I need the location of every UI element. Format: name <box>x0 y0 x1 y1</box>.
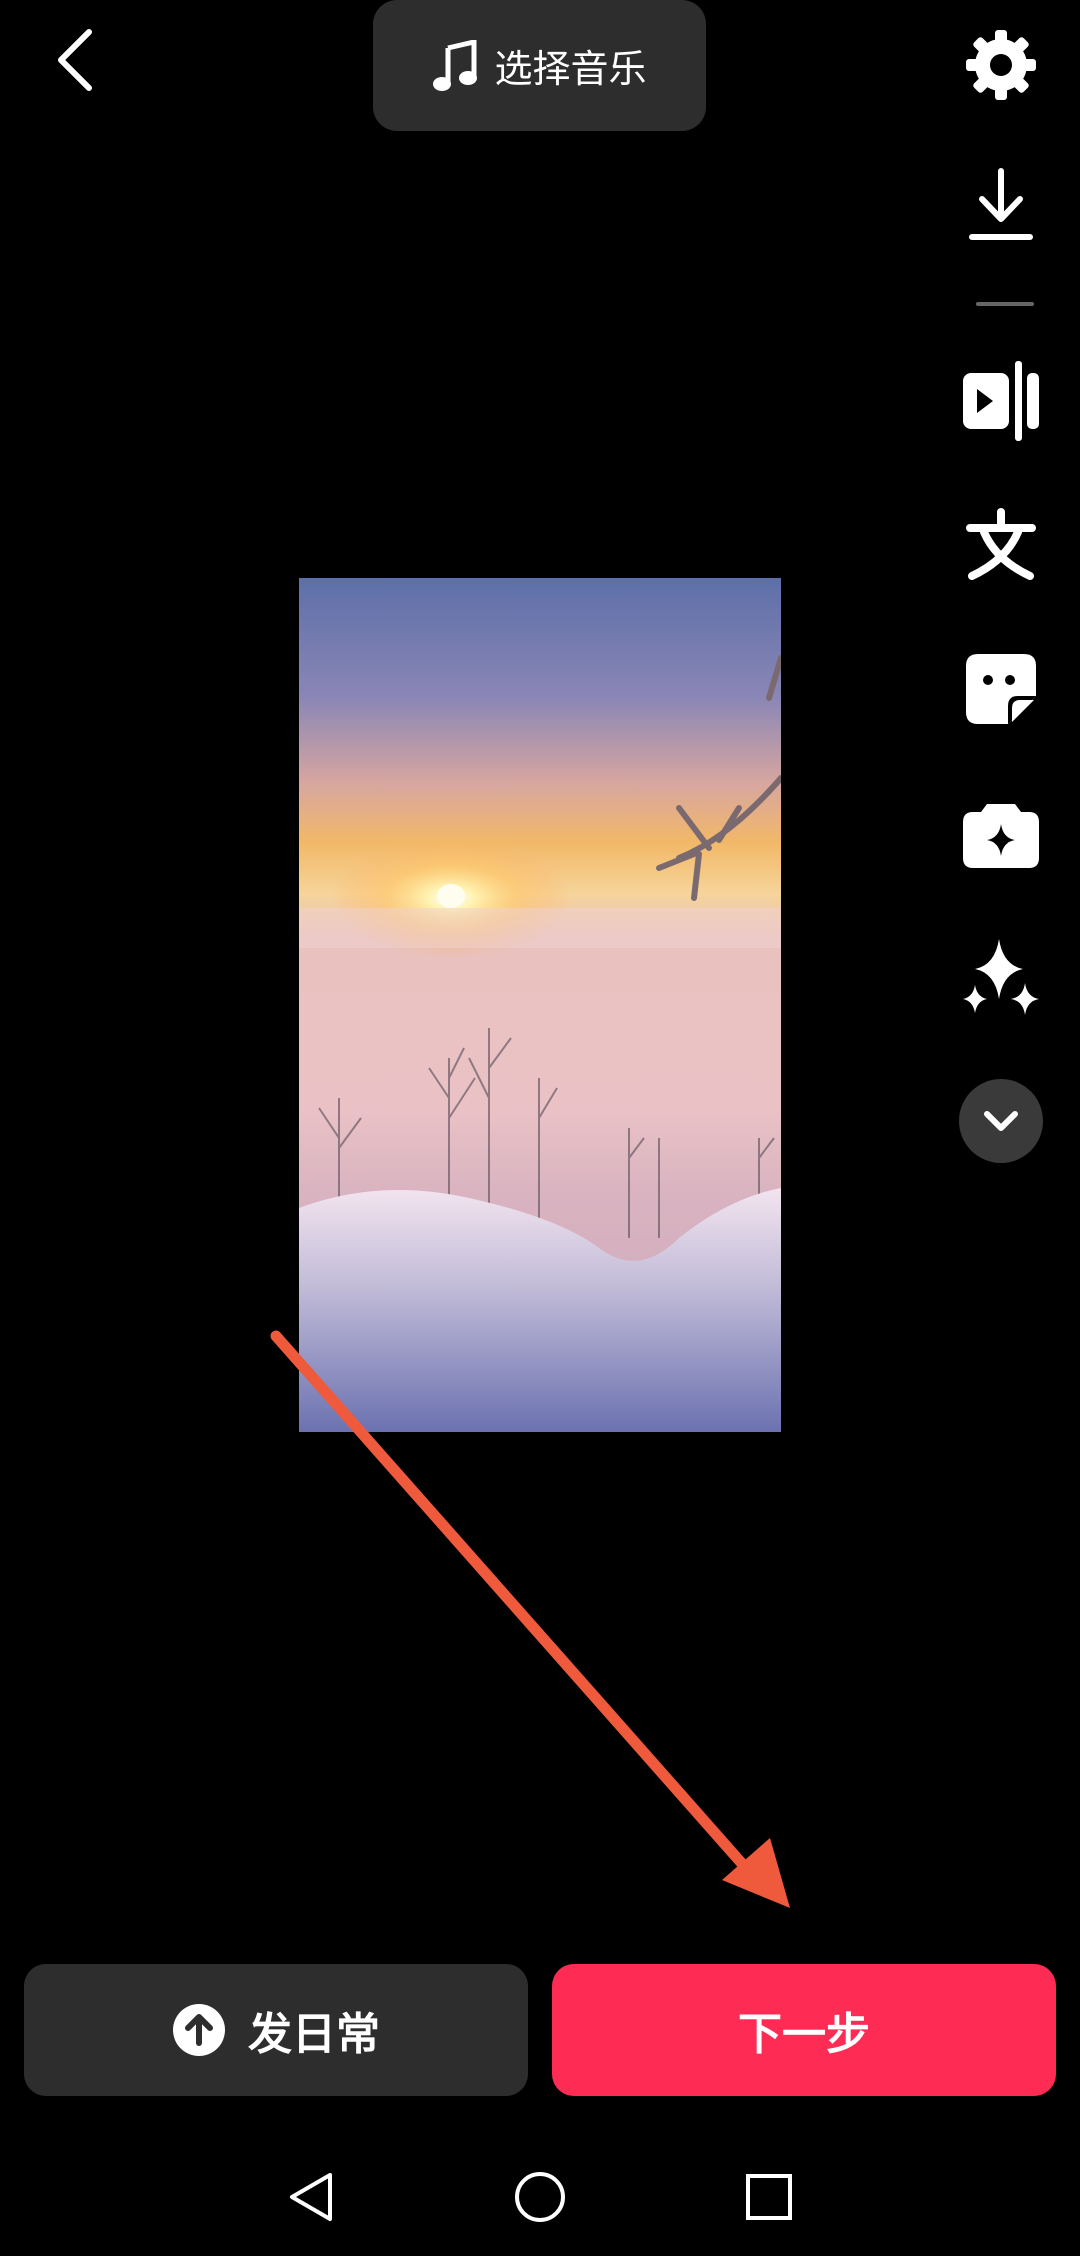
download-icon <box>969 168 1033 240</box>
text-icon <box>966 508 1036 580</box>
trim-button[interactable] <box>946 346 1056 456</box>
select-music-button[interactable]: 选择音乐 <box>373 0 706 131</box>
enhance-button[interactable] <box>946 924 1056 1034</box>
settings-button[interactable] <box>946 10 1056 120</box>
nav-recents-button[interactable] <box>724 2152 814 2242</box>
nav-home-circle-icon <box>515 2172 565 2222</box>
video-preview[interactable] <box>299 578 781 1432</box>
music-note-icon <box>433 39 478 91</box>
next-step-button[interactable]: 下一步 <box>552 1964 1056 2096</box>
back-button[interactable] <box>40 20 110 100</box>
sticker-button[interactable] <box>946 634 1056 744</box>
annotation-arrow <box>270 1330 790 1908</box>
nav-back-button[interactable] <box>266 2152 356 2242</box>
more-tools-button[interactable] <box>946 1066 1056 1176</box>
text-button[interactable] <box>946 490 1056 600</box>
next-step-label: 下一步 <box>738 2009 870 2060</box>
select-music-label: 选择音乐 <box>494 47 647 91</box>
upload-circle-icon <box>173 2004 225 2056</box>
sparkle-icon <box>963 939 1039 1015</box>
nav-home-button[interactable] <box>495 2152 585 2242</box>
effects-button[interactable] <box>946 780 1056 890</box>
post-daily-label: 发日常 <box>248 2009 380 2060</box>
nav-recents-square-icon <box>746 2174 792 2220</box>
download-button[interactable] <box>946 152 1056 262</box>
effects-icon <box>963 804 1039 868</box>
trim-icon <box>963 361 1039 441</box>
gear-icon <box>966 30 1036 100</box>
toolbar-divider <box>976 302 1034 306</box>
snowy-sunrise-image <box>299 578 781 1432</box>
more-tools-circle <box>959 1079 1043 1163</box>
sticker-icon <box>966 654 1036 724</box>
nav-back-triangle-icon <box>290 2173 332 2221</box>
chevron-left-icon <box>58 29 92 91</box>
chevron-down-icon <box>984 1111 1018 1131</box>
post-daily-button[interactable]: 发日常 <box>24 1964 528 2096</box>
